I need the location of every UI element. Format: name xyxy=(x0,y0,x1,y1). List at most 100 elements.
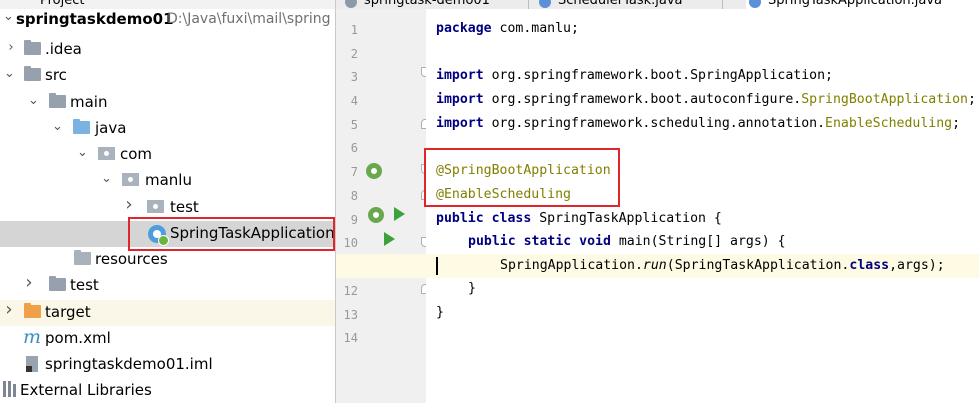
tab-separator xyxy=(528,0,529,9)
tree-item-label: java xyxy=(95,119,127,137)
line-number: 1 xyxy=(350,23,358,37)
tree-item-label: target xyxy=(45,303,91,321)
project-header-label: Project xyxy=(40,0,85,8)
code-line-8: @EnableScheduling xyxy=(436,187,571,202)
line-number: 6 xyxy=(350,141,358,155)
root-module-name: springtaskdemo01 xyxy=(16,10,174,28)
tree-item-idea[interactable]: › .idea xyxy=(0,37,335,63)
line-number: 12 xyxy=(343,284,358,298)
line-number: 2 xyxy=(350,47,358,61)
line-number: 5 xyxy=(350,118,358,132)
code-editor[interactable]: package com.manlu; import org.springfram… xyxy=(336,9,979,403)
tree-item-label: src xyxy=(45,66,67,84)
root-module-path: D:\Java\fuxi\mail\spring xyxy=(167,11,331,27)
chevron-right-icon[interactable]: › xyxy=(24,274,34,292)
tree-item-target[interactable]: › target xyxy=(0,300,335,326)
tab-separator xyxy=(722,0,723,9)
chevron-down-icon[interactable]: ⌄ xyxy=(28,94,39,107)
code-line-13: } xyxy=(436,305,444,320)
module-icon xyxy=(345,0,357,8)
folder-icon xyxy=(24,66,41,81)
code-line-1: package com.manlu; xyxy=(436,21,579,36)
line-number: 14 xyxy=(343,331,358,345)
module-file-icon xyxy=(26,356,38,372)
spring-boot-class-icon xyxy=(148,225,169,246)
package-icon xyxy=(98,147,115,160)
spring-boot-class-icon xyxy=(749,0,761,8)
tree-item-src[interactable]: ⌄ src xyxy=(0,63,335,89)
chevron-right-icon[interactable]: › xyxy=(6,41,16,54)
tab-schedulertask[interactable]: SchedulerTask.java xyxy=(536,0,683,9)
chevron-right-icon[interactable]: › xyxy=(4,301,14,319)
tab-label: SpringTaskApplication.java xyxy=(768,0,943,8)
package-icon xyxy=(122,173,139,186)
chevron-down-icon[interactable]: ⌄ xyxy=(77,146,88,159)
package-icon xyxy=(147,200,164,213)
tree-item-label: manlu xyxy=(145,171,192,189)
spring-bean-icon[interactable] xyxy=(368,207,384,223)
folder-icon xyxy=(49,93,66,108)
tree-item-springtaskapplication[interactable]: SpringTaskApplication xyxy=(0,221,335,247)
tree-item-external-libraries[interactable]: External Libraries xyxy=(0,378,335,404)
tree-item-manlu[interactable]: ⌄ manlu xyxy=(0,168,335,194)
code-line-4: import org.springframework.boot.autoconf… xyxy=(436,92,976,107)
chevron-down-icon[interactable]: ⌄ xyxy=(52,120,63,133)
tree-item-test-folder[interactable]: › test xyxy=(0,273,335,299)
chevron-right-icon[interactable]: › xyxy=(124,196,134,214)
tree-item-label: springtaskdemo01.iml xyxy=(45,355,213,373)
tree-item-label: com xyxy=(120,145,153,163)
tree-item-label: resources xyxy=(95,250,168,268)
folder-icon xyxy=(24,40,41,55)
code-line-5: import org.springframework.scheduling.an… xyxy=(436,116,961,131)
code-line-3: import org.springframework.boot.SpringAp… xyxy=(436,68,833,83)
tree-item-pom[interactable]: m pom.xml xyxy=(0,326,335,352)
run-icon[interactable] xyxy=(384,232,395,246)
chevron-down-icon[interactable]: ⌄ xyxy=(101,172,112,185)
line-number: 13 xyxy=(343,308,358,322)
code-line-12: } xyxy=(468,281,476,296)
line-number: 3 xyxy=(350,70,358,84)
code-line-11: SpringApplication.run(SpringTaskApplicat… xyxy=(500,258,945,273)
tab-springtask-demo01[interactable]: springtask-demo01 xyxy=(342,0,490,9)
chevron-down-icon[interactable]: ⌄ xyxy=(3,10,14,23)
folder-icon xyxy=(49,276,66,291)
line-number: 4 xyxy=(350,94,358,108)
tree-item-label: test xyxy=(70,276,99,294)
libraries-icon xyxy=(3,381,16,397)
tree-item-com[interactable]: ⌄ com xyxy=(0,142,335,168)
tree-item-main[interactable]: ⌄ main xyxy=(0,90,335,116)
tree-item-label: pom.xml xyxy=(45,329,111,347)
tree-item-label: test xyxy=(170,198,199,216)
tree-item-label: .idea xyxy=(45,40,82,58)
run-icon[interactable] xyxy=(394,207,405,221)
java-class-icon xyxy=(539,0,551,8)
line-number: 8 xyxy=(350,189,358,203)
tree-item-test-package[interactable]: › test xyxy=(0,195,335,221)
tab-label: SchedulerTask.java xyxy=(558,0,683,8)
tab-label: springtask-demo01 xyxy=(364,0,490,8)
excluded-folder-icon xyxy=(24,303,41,318)
tree-item-label: main xyxy=(70,93,108,111)
tree-item-label: External Libraries xyxy=(20,381,152,399)
tree-item-java[interactable]: ⌄ java xyxy=(0,116,335,142)
line-number: 7 xyxy=(350,165,358,179)
maven-icon: m xyxy=(23,326,42,348)
tree-item-label: SpringTaskApplication xyxy=(170,224,335,242)
source-folder-icon xyxy=(73,119,90,134)
tab-springtaskapplication[interactable]: SpringTaskApplication.java xyxy=(746,0,979,9)
editor-gutter: 1 2 3 4 5 6 7 8 9 10 11 12 13 14 xyxy=(336,9,430,403)
code-line-9: public class SpringTaskApplication { xyxy=(436,211,722,226)
tree-item-resources[interactable]: resources xyxy=(0,247,335,273)
resources-folder-icon xyxy=(74,250,91,265)
code-line-7: @SpringBootApplication xyxy=(436,163,611,178)
line-number: 10 xyxy=(343,236,358,250)
spring-bean-icon[interactable] xyxy=(366,163,382,179)
tree-item-iml[interactable]: springtaskdemo01.iml xyxy=(0,352,335,378)
chevron-down-icon[interactable]: ⌄ xyxy=(4,67,15,80)
project-tree: ⌄ springtaskdemo01 D:\Java\fuxi\mail\spr… xyxy=(0,9,335,403)
code-line-10: public static void main(String[] args) { xyxy=(468,234,786,249)
project-panel-header: Project xyxy=(0,0,335,9)
text-caret xyxy=(436,257,438,275)
line-number: 9 xyxy=(350,213,358,227)
tree-item-root[interactable]: ⌄ springtaskdemo01 D:\Java\fuxi\mail\spr… xyxy=(0,9,335,35)
